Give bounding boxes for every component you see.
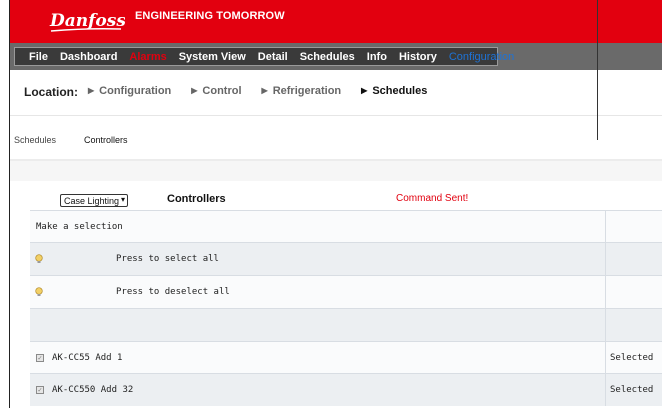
section-divider bbox=[10, 161, 662, 181]
lightbulb-icon[interactable] bbox=[34, 287, 44, 297]
crumb-schedules[interactable]: ▶ Schedules bbox=[361, 85, 427, 97]
subtabs: Schedules Controllers bbox=[10, 117, 662, 161]
nav-file[interactable]: File bbox=[29, 51, 48, 63]
tab-schedules[interactable]: Schedules bbox=[14, 135, 56, 145]
controller-label: AK-CC550 Add 32 bbox=[52, 385, 134, 395]
checkbox-icon[interactable]: ✓ bbox=[36, 353, 44, 362]
crumb-label: Configuration bbox=[99, 85, 172, 97]
crumb-refrigeration[interactable]: ▶ Refrigeration bbox=[262, 85, 342, 97]
controller-row[interactable]: ✓ AK-CC550 Add 32 Selected bbox=[30, 373, 662, 406]
breadcrumb: ▶ Configuration ▶ Control ▶ Refrigeration ▶… bbox=[88, 85, 447, 97]
chevron-right-icon: ▶ bbox=[361, 86, 368, 95]
nav-configuration[interactable]: Configuration bbox=[449, 51, 514, 63]
select-value: Case Lighting bbox=[64, 195, 120, 206]
controllers-title: Controllers bbox=[167, 193, 226, 205]
deselect-all-row[interactable]: Press to deselect all bbox=[30, 275, 662, 308]
main-nav-bar: File Dashboard Alarms System View Detail… bbox=[10, 43, 662, 70]
deselect-all-label: Press to deselect all bbox=[116, 287, 230, 297]
nav-schedules[interactable]: Schedules bbox=[300, 51, 355, 63]
crumb-label: Refrigeration bbox=[272, 85, 342, 97]
checkbox-icon[interactable]: ✓ bbox=[36, 386, 44, 394]
chevron-down-icon: ▾ bbox=[120, 195, 125, 204]
chevron-right-icon: ▶ bbox=[261, 86, 268, 95]
select-all-row[interactable]: Press to select all bbox=[30, 242, 662, 275]
nav-system-view[interactable]: System View bbox=[179, 51, 246, 63]
select-all-label: Press to select all bbox=[116, 254, 219, 264]
location-label: Location: bbox=[24, 85, 78, 99]
table-row: Make a selection bbox=[30, 210, 662, 242]
nav-info[interactable]: Info bbox=[367, 51, 387, 63]
crumb-configuration[interactable]: ▶ Configuration bbox=[88, 85, 171, 97]
lightbulb-icon[interactable] bbox=[34, 254, 44, 264]
danfoss-logo: Danfoss bbox=[49, 11, 125, 32]
controllers-table: Make a selection Press to select all Pre… bbox=[30, 210, 662, 406]
crumb-label: Schedules bbox=[372, 85, 428, 97]
cursor-line bbox=[597, 0, 598, 140]
nav-alarms[interactable]: Alarms bbox=[129, 51, 166, 63]
app-header: Danfoss ENGINEERING TOMORROW bbox=[10, 0, 662, 43]
main-menu: File Dashboard Alarms System View Detail… bbox=[14, 47, 514, 66]
header-tagline: ENGINEERING TOMORROW bbox=[135, 10, 285, 22]
crumb-control[interactable]: ▶ Control bbox=[191, 85, 241, 97]
nav-detail[interactable]: Detail bbox=[258, 51, 288, 63]
location-bar: Location: ▶ Configuration ▶ Control ▶ Refri… bbox=[10, 70, 662, 116]
chevron-right-icon: ▶ bbox=[191, 86, 198, 95]
chevron-right-icon: ▶ bbox=[88, 86, 95, 95]
selection-status: Selected bbox=[610, 352, 654, 363]
nav-history[interactable]: History bbox=[399, 51, 437, 63]
selection-status: Selected bbox=[610, 385, 654, 395]
row-label: Make a selection bbox=[36, 221, 123, 232]
svg-text:Danfoss: Danfoss bbox=[49, 11, 125, 31]
crumb-label: Control bbox=[202, 85, 242, 97]
table-row bbox=[30, 308, 662, 341]
schedule-type-select[interactable]: Case Lighting ▾ bbox=[60, 194, 128, 207]
controller-row[interactable]: ✓ AK-CC55 Add 1 Selected bbox=[30, 341, 662, 373]
tab-controllers[interactable]: Controllers bbox=[84, 135, 128, 145]
nav-dashboard[interactable]: Dashboard bbox=[60, 51, 117, 63]
controller-label: AK-CC55 Add 1 bbox=[52, 352, 123, 363]
controllers-toolbar: Case Lighting ▾ Controllers Command Sent… bbox=[10, 181, 662, 210]
command-status: Command Sent! bbox=[396, 193, 469, 204]
